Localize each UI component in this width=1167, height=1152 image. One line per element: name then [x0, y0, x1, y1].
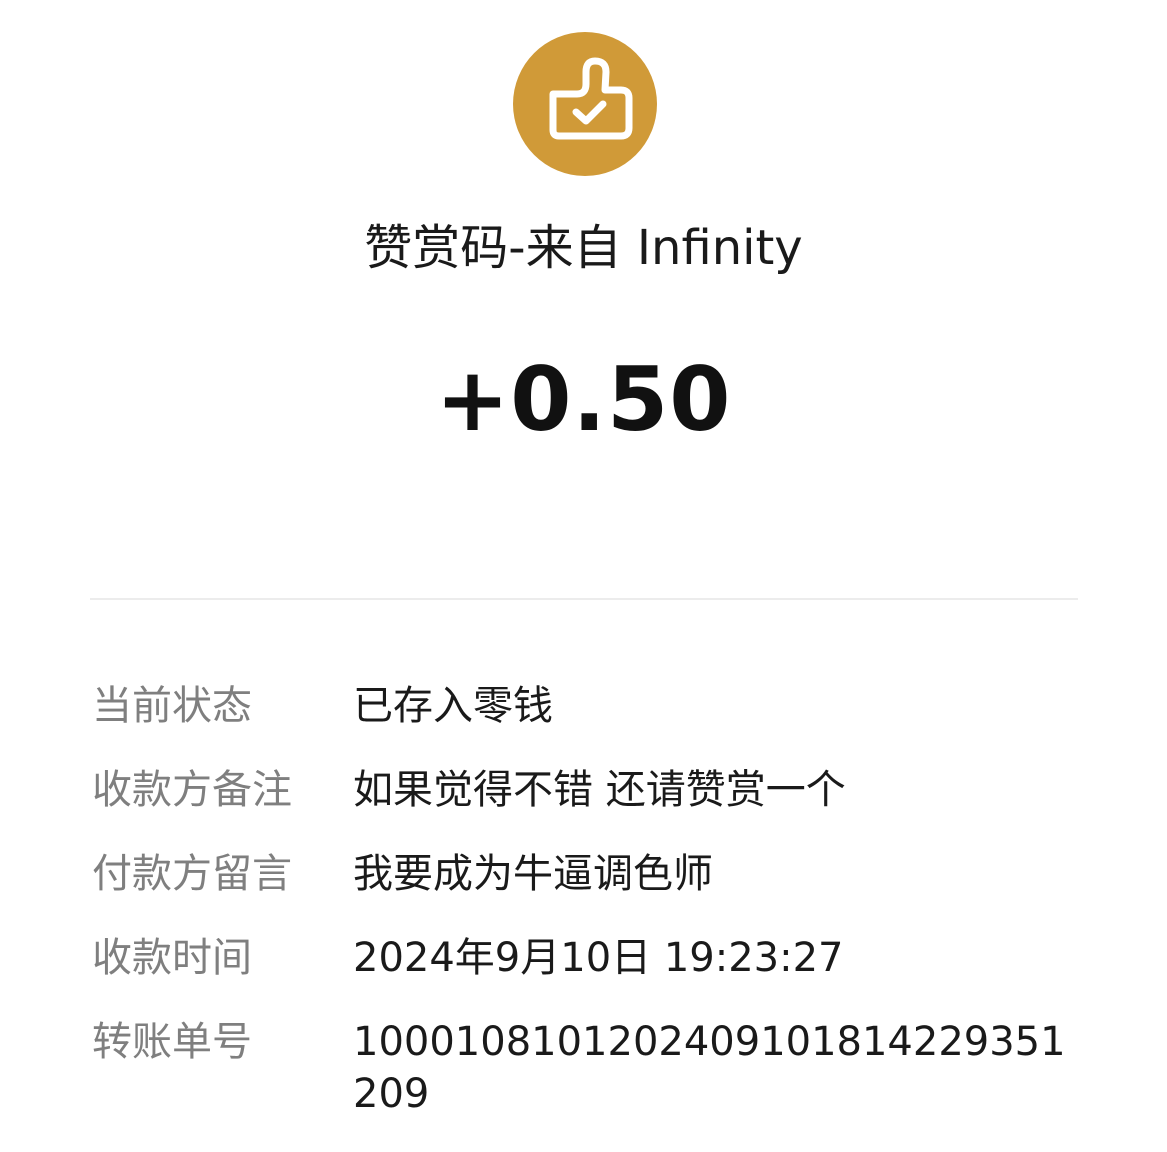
- thumbs-up-check-icon: [549, 57, 633, 140]
- detail-value: 2024年9月10日 19:23:27: [353, 935, 844, 981]
- detail-label: 当前状态: [92, 683, 252, 729]
- detail-label: 收款方备注: [92, 767, 292, 813]
- divider: [90, 598, 1078, 600]
- transfer-id-value[interactable]: 100010810120240910181422935120​9: [353, 1016, 1082, 1120]
- detail-list: 当前状态 已存入零钱 收款方备注 如果觉得不错 还请赞赏一个 付款方留言 我要成…: [92, 680, 1082, 1120]
- detail-value: 如果觉得不错 还请赞赏一个: [353, 767, 846, 813]
- detail-row-status: 当前状态 已存入零钱: [92, 680, 1082, 732]
- amount-value: +0.50: [435, 348, 732, 451]
- detail-label: 付款方留言: [92, 851, 292, 897]
- detail-value: 已存入零钱: [353, 683, 553, 729]
- reward-icon-badge: [513, 32, 657, 176]
- detail-row-time: 收款时间 2024年9月10日 19:23:27: [92, 932, 1082, 984]
- detail-label: 转账单号: [92, 1019, 252, 1065]
- detail-label: 收款时间: [92, 935, 252, 981]
- detail-row-transfer-id: 转账单号 100010810120240910181422935120​9: [92, 1016, 1082, 1120]
- page-title: 赞赏码-来自 Infinity: [364, 220, 803, 276]
- detail-row-payee-note: 收款方备注 如果觉得不错 还请赞赏一个: [92, 764, 1082, 816]
- detail-row-payer-message: 付款方留言 我要成为牛逼调色师: [92, 848, 1082, 900]
- detail-value: 我要成为牛逼调色师: [353, 851, 713, 897]
